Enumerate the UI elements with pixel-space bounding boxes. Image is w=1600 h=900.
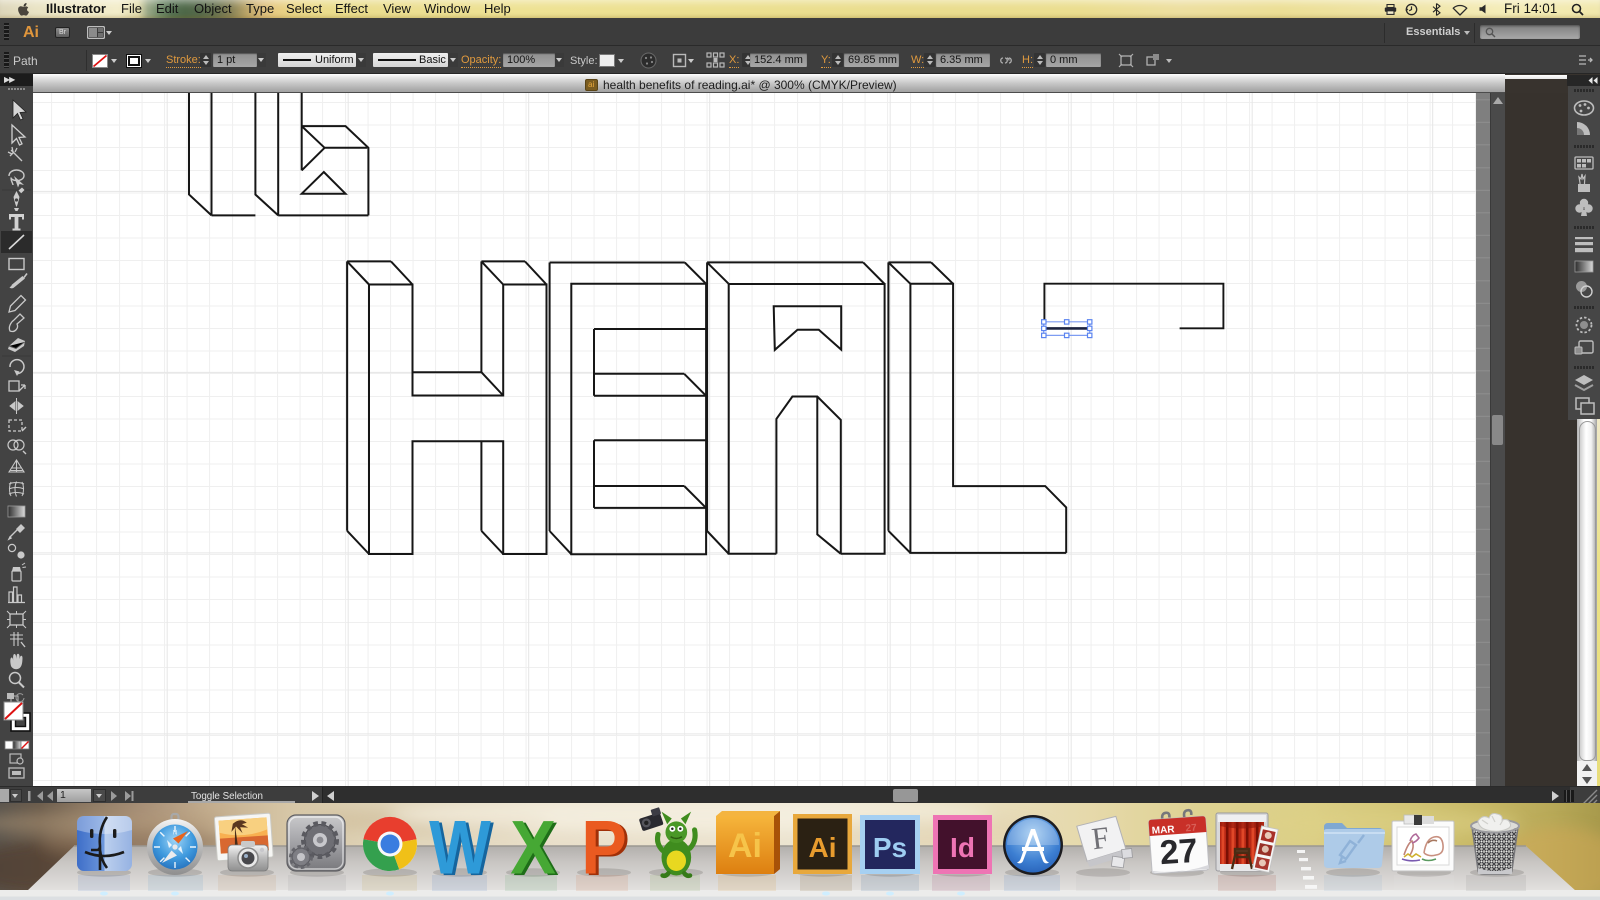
svg-text:Ai: Ai: [809, 832, 837, 863]
svg-text:Ps: Ps: [873, 832, 907, 863]
svg-text:X: X: [510, 806, 556, 890]
svg-text:27: 27: [1159, 832, 1199, 873]
svg-text:Ai: Ai: [728, 827, 762, 865]
svg-text:W: W: [429, 806, 491, 891]
svg-text:Id: Id: [950, 832, 975, 863]
svg-text:N: N: [173, 831, 177, 837]
svg-text:P: P: [581, 806, 627, 890]
